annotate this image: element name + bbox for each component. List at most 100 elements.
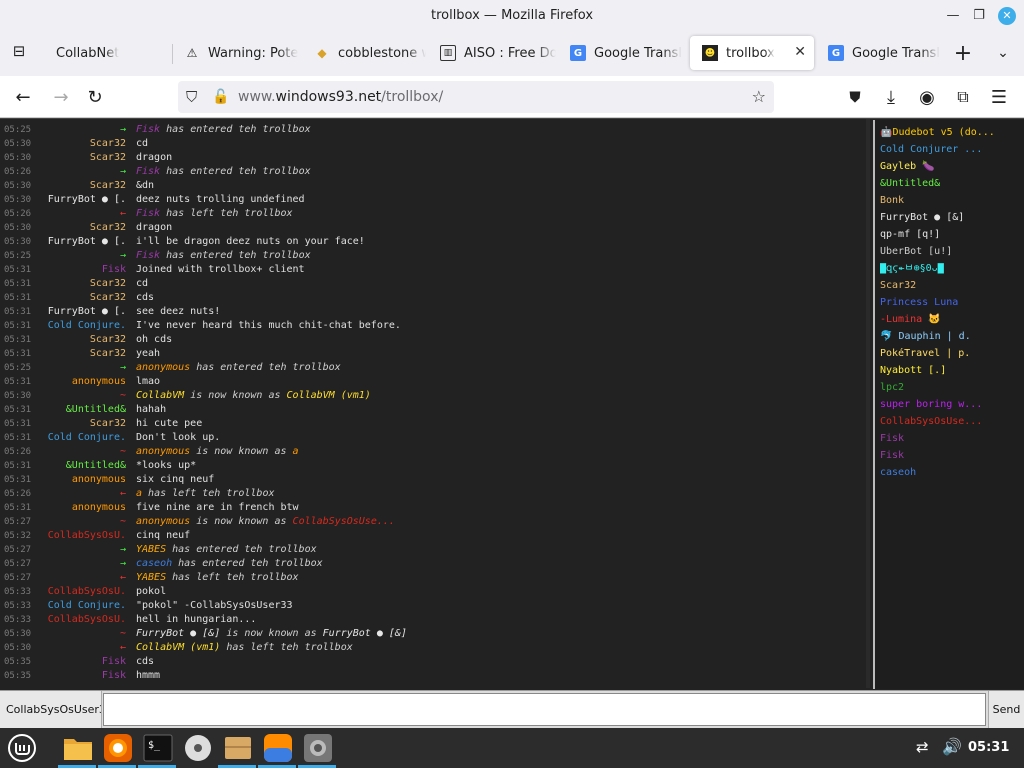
- software-manager-icon[interactable]: [262, 732, 294, 764]
- new-tab-icon[interactable]: +: [952, 41, 974, 66]
- leave-arrow-icon: ←: [119, 488, 126, 499]
- forward-icon[interactable]: →: [50, 86, 72, 108]
- reload-icon[interactable]: ↻: [84, 86, 106, 108]
- terminal-icon[interactable]: $_: [142, 732, 174, 764]
- own-nickname[interactable]: CollabSysOsUser3: [0, 691, 102, 728]
- tab-overview-icon[interactable]: ⊟: [8, 40, 30, 62]
- message-author[interactable]: Scar32: [44, 347, 126, 361]
- message-author[interactable]: Fisk: [44, 263, 126, 277]
- message-author[interactable]: FurryBot ● [.: [44, 235, 126, 249]
- message-author[interactable]: Cold Conjure.: [44, 599, 126, 613]
- user-list-item[interactable]: Gayleb 🍆: [880, 159, 1020, 175]
- tab-google-translate[interactable]: G Google Transl: [816, 36, 942, 70]
- message-input[interactable]: [103, 693, 986, 726]
- message-author[interactable]: Scar32: [44, 179, 126, 193]
- clock[interactable]: 05:31: [968, 728, 1009, 768]
- message-scrollbar[interactable]: [866, 119, 870, 688]
- message-author[interactable]: Fisk: [44, 655, 126, 669]
- minimize-icon[interactable]: —: [944, 7, 962, 25]
- tab-label: Google Transl: [852, 45, 940, 61]
- app-menu-icon[interactable]: ☰: [988, 86, 1010, 108]
- tab-trollbox[interactable]: ☻ trollbox ✕: [690, 36, 814, 70]
- tab-cobblestone[interactable]: ◆ cobblestone w: [302, 36, 426, 70]
- user-list-item[interactable]: Bonk: [880, 193, 1020, 209]
- message-log[interactable]: 05:25 → Fisk has entered teh trollbox 05:30…: [0, 119, 870, 688]
- user-list-item[interactable]: FurryBot ● [&]: [880, 210, 1020, 226]
- message-author[interactable]: Scar32: [44, 137, 126, 151]
- tab-google-translate[interactable]: G Google Transl: [558, 36, 686, 70]
- files-icon[interactable]: [62, 732, 94, 764]
- message-author[interactable]: Scar32: [44, 277, 126, 291]
- message-author[interactable]: Scar32: [44, 291, 126, 305]
- user-list[interactable]: 🤖Dudebot v5 (do... Cold Conjurer ... Gayle…: [873, 120, 1024, 689]
- user-list-item[interactable]: Nyabott [.]: [880, 363, 1020, 379]
- insecure-lock-icon[interactable]: 🔓: [212, 81, 229, 113]
- network-icon[interactable]: ⇄: [916, 738, 929, 756]
- tab-warning[interactable]: ⚠ Warning: Pote: [172, 36, 300, 70]
- message-author[interactable]: &Untitled&: [44, 459, 126, 473]
- extensions-icon[interactable]: ⧉: [952, 86, 974, 108]
- list-all-tabs-icon[interactable]: ⌄: [992, 42, 1014, 64]
- tab-collabnet[interactable]: CollabNet: [44, 36, 164, 70]
- message-author[interactable]: Scar32: [44, 333, 126, 347]
- message-text: six cinq neuf: [136, 473, 214, 487]
- message-timestamp: 05:31: [4, 265, 32, 275]
- message-author[interactable]: FurryBot ● [.: [44, 193, 126, 207]
- maximize-icon[interactable]: ❐: [970, 7, 988, 25]
- user-list-item[interactable]: Cold Conjurer ...: [880, 142, 1020, 158]
- firefox-icon[interactable]: [102, 732, 134, 764]
- user-list-item[interactable]: Scar32: [880, 278, 1020, 294]
- message-text: dragon: [136, 221, 172, 235]
- message-body: is now known as: [220, 628, 323, 639]
- user-list-item[interactable]: caseoh: [880, 465, 1020, 481]
- close-tab-icon[interactable]: ✕: [794, 44, 806, 60]
- screenshot-app-icon[interactable]: [302, 732, 334, 764]
- pocket-icon[interactable]: ⛊: [844, 86, 866, 108]
- url-bar[interactable]: ⛉ 🔓 www.windows93.net/trollbox/ ☆: [178, 81, 774, 113]
- message-author[interactable]: &Untitled&: [44, 403, 126, 417]
- user-list-item[interactable]: -Lumina 🐱: [880, 312, 1020, 328]
- user-list-item[interactable]: PokéTravel | p.: [880, 346, 1020, 362]
- tab-aiso[interactable]: ▥ AISO : Free Do: [428, 36, 556, 70]
- join-arrow-icon: →: [119, 124, 126, 135]
- system-nickname: anonymous: [136, 362, 191, 373]
- close-window-icon[interactable]: ✕: [998, 7, 1016, 25]
- send-button[interactable]: Send: [988, 691, 1024, 728]
- user-list-item[interactable]: 🐬 Dauphin | d.: [880, 329, 1020, 345]
- user-list-item[interactable]: qp-mf [q!]: [880, 227, 1020, 243]
- user-list-item[interactable]: super boring w...: [880, 397, 1020, 413]
- message-author[interactable]: Cold Conjure.: [44, 431, 126, 445]
- user-list-item[interactable]: 🤖Dudebot v5 (do...: [880, 125, 1020, 141]
- volume-icon[interactable]: 🔊: [942, 737, 962, 756]
- archive-icon[interactable]: [222, 732, 254, 764]
- message-author[interactable]: anonymous: [44, 473, 126, 487]
- user-list-item[interactable]: UberBot [u!]: [880, 244, 1020, 260]
- mint-menu-icon[interactable]: [6, 732, 38, 764]
- message-body: see deez nuts!: [136, 306, 221, 317]
- url-text[interactable]: www.windows93.net/trollbox/: [238, 81, 443, 113]
- bookmark-star-icon[interactable]: ☆: [752, 81, 766, 113]
- user-list-item[interactable]: &Untitled&: [880, 176, 1020, 192]
- disc-icon[interactable]: [182, 732, 214, 764]
- message-author[interactable]: CollabSysOsU.: [44, 585, 126, 599]
- message-author[interactable]: CollabSysOsU.: [44, 613, 126, 627]
- user-list-item[interactable]: ▇ꝗϛ↞ㅂ⊕§0ᴗ▇: [880, 261, 1020, 277]
- user-list-item[interactable]: CollabSysOsUse...: [880, 414, 1020, 430]
- user-list-item[interactable]: Princess Luna: [880, 295, 1020, 311]
- user-list-item[interactable]: Fisk: [880, 431, 1020, 447]
- shield-icon[interactable]: ⛉: [186, 81, 197, 113]
- user-list-item[interactable]: Fisk: [880, 448, 1020, 464]
- user-list-item[interactable]: lpc2: [880, 380, 1020, 396]
- message-author[interactable]: Fisk: [44, 669, 126, 683]
- message-author[interactable]: Scar32: [44, 417, 126, 431]
- back-icon[interactable]: ←: [12, 86, 34, 108]
- message-author[interactable]: Scar32: [44, 151, 126, 165]
- message-author[interactable]: anonymous: [44, 375, 126, 389]
- message-author[interactable]: CollabSysOsU.: [44, 529, 126, 543]
- message-author[interactable]: Cold Conjure.: [44, 319, 126, 333]
- message-author[interactable]: FurryBot ● [.: [44, 305, 126, 319]
- downloads-icon[interactable]: ⤓: [880, 86, 902, 108]
- message-author[interactable]: anonymous: [44, 501, 126, 515]
- account-icon[interactable]: ◉: [916, 86, 938, 108]
- message-author[interactable]: Scar32: [44, 221, 126, 235]
